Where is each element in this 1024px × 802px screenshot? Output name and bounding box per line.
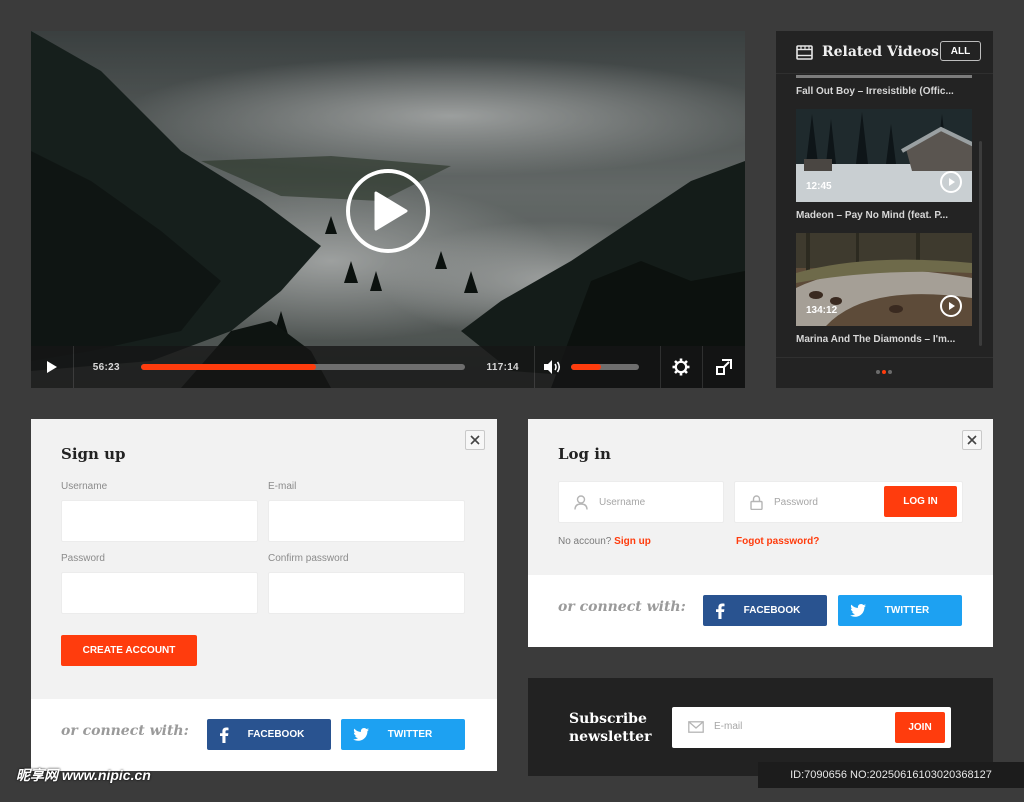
- seek-bar[interactable]: [141, 364, 465, 370]
- twitter-icon: [353, 728, 369, 741]
- confirm-password-input[interactable]: [268, 572, 465, 614]
- newsletter-title-line: Subscribe: [569, 711, 647, 727]
- create-account-button[interactable]: CREATE ACCOUNT: [61, 635, 197, 666]
- gear-icon: [672, 358, 690, 376]
- join-button[interactable]: JOIN: [895, 712, 945, 743]
- video-duration: 134:12: [806, 305, 838, 316]
- play-icon: [46, 361, 57, 373]
- fullscreen-button[interactable]: [703, 346, 745, 388]
- play-button[interactable]: [31, 346, 73, 388]
- divider: [776, 357, 993, 358]
- settings-button[interactable]: [661, 346, 703, 388]
- video-thumbnail[interactable]: 134:12: [796, 233, 972, 326]
- related-item-title[interactable]: Marina And The Diamonds – I'm...: [796, 334, 974, 345]
- pager-dot[interactable]: [888, 370, 892, 374]
- watermark-right: ID:7090656 NO:20250616103020368127: [758, 762, 1024, 788]
- video-duration: 12:45: [806, 181, 832, 192]
- login-title: Log in: [558, 445, 611, 463]
- divider: [72, 346, 74, 388]
- username-field[interactable]: Username: [558, 481, 724, 523]
- newsletter-title: Subscribe newsletter: [569, 710, 651, 746]
- lock-icon: [750, 494, 763, 510]
- total-time: 117:14: [486, 361, 519, 373]
- related-item-title[interactable]: Madeon – Pay No Mind (feat. P...: [796, 210, 974, 221]
- username-placeholder: Username: [599, 496, 646, 508]
- facebook-label: FACEBOOK: [247, 729, 305, 740]
- volume-button[interactable]: [535, 346, 571, 388]
- signup-title: Sign up: [61, 445, 126, 463]
- password-label: Password: [61, 553, 105, 564]
- connect-label: or connect with:: [558, 599, 686, 615]
- login-card: Log in Username Password LOG IN No accou…: [528, 419, 993, 647]
- volume-level: [571, 364, 602, 370]
- facebook-icon: [220, 727, 229, 743]
- connect-label: or connect with:: [61, 723, 189, 739]
- user-icon: [574, 494, 588, 510]
- twitter-button[interactable]: TWITTER: [341, 719, 465, 750]
- volume-icon: [544, 360, 561, 374]
- close-button[interactable]: [962, 430, 982, 450]
- username-label: Username: [61, 481, 108, 492]
- email-placeholder: E-mail: [714, 721, 743, 732]
- close-button[interactable]: [465, 430, 485, 450]
- seek-progress: [141, 364, 316, 370]
- film-icon: [796, 44, 813, 60]
- control-bar: 56:23 117:14: [31, 346, 745, 388]
- social-section: or connect with: FACEBOOK TWITTER: [31, 699, 497, 771]
- email-input[interactable]: [268, 500, 465, 542]
- pager-dot-active[interactable]: [882, 370, 886, 374]
- twitter-label: TWITTER: [884, 605, 930, 616]
- newsletter-title-line: newsletter: [569, 729, 652, 745]
- signup-card: Sign up Username E-mail Password Confirm…: [31, 419, 497, 771]
- username-input[interactable]: [61, 500, 258, 542]
- twitter-label: TWITTER: [387, 729, 433, 740]
- login-button[interactable]: LOG IN: [884, 486, 957, 517]
- no-account-text: No accoun?: [558, 536, 612, 547]
- all-videos-button[interactable]: ALL: [940, 41, 981, 61]
- play-icon: [374, 191, 408, 231]
- password-placeholder: Password: [774, 496, 818, 508]
- twitter-icon: [850, 604, 866, 617]
- big-play-button[interactable]: [346, 169, 430, 253]
- video-thumbnail[interactable]: [796, 75, 972, 78]
- related-videos-panel: Related Videos ALL Fall Out Boy – Irresi…: [776, 31, 993, 388]
- signup-link[interactable]: Sign up: [614, 536, 651, 547]
- play-icon: [940, 295, 962, 317]
- close-icon: [470, 435, 480, 445]
- fullscreen-icon: [716, 359, 733, 375]
- facebook-icon: [716, 603, 725, 619]
- facebook-button[interactable]: FACEBOOK: [703, 595, 827, 626]
- email-label: E-mail: [268, 481, 297, 492]
- related-title: Related Videos: [822, 44, 939, 60]
- social-section: or connect with: FACEBOOK TWITTER: [528, 575, 993, 647]
- play-icon: [940, 171, 962, 193]
- related-item-title[interactable]: Fall Out Boy – Irresistible (Offic...: [796, 86, 974, 97]
- facebook-button[interactable]: FACEBOOK: [207, 719, 331, 750]
- pager-dot[interactable]: [876, 370, 880, 374]
- twitter-button[interactable]: TWITTER: [838, 595, 962, 626]
- newsletter-email-field[interactable]: E-mail JOIN: [672, 707, 951, 748]
- close-icon: [967, 435, 977, 445]
- password-input[interactable]: [61, 572, 258, 614]
- confirm-password-label: Confirm password: [268, 553, 349, 564]
- forgot-password-link[interactable]: Fogot password?: [736, 536, 819, 547]
- video-player[interactable]: 56:23 117:14: [31, 31, 745, 388]
- scrollbar[interactable]: [979, 141, 982, 346]
- volume-slider[interactable]: [571, 364, 639, 370]
- watermark-left: 昵享网 www.nipic.cn: [16, 767, 151, 783]
- mail-icon: [688, 721, 704, 733]
- current-time: 56:23: [92, 361, 120, 373]
- no-account-row: No accoun? Sign up: [558, 536, 651, 547]
- facebook-label: FACEBOOK: [743, 605, 801, 616]
- video-thumbnail[interactable]: 12:45: [796, 109, 972, 202]
